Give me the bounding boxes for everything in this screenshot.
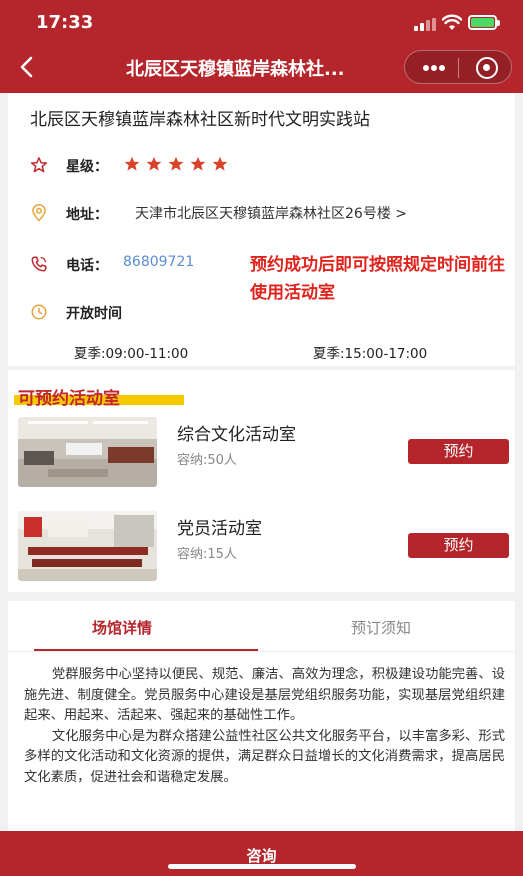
tab-booking-notice[interactable]: 预订须知	[351, 617, 411, 638]
star-icon	[189, 155, 207, 173]
book-button[interactable]: 预约	[408, 439, 509, 464]
booking-note: 预约成功后即可按照规定时间前往使用活动室	[250, 255, 505, 303]
close-miniprogram-icon[interactable]	[476, 57, 498, 79]
rooms-card: 可预约活动室 综合文化活动室 容纳:50人 预约 党员活动室 容纳:15人 预约	[8, 370, 515, 592]
phone-icon	[31, 256, 47, 272]
back-button[interactable]	[16, 55, 38, 79]
signal-icon	[414, 18, 436, 31]
star-outline-icon	[30, 157, 48, 173]
home-indicator	[168, 864, 356, 869]
venue-description: 党群服务中心坚持以便民、规范、廉洁、高效为理念，积极建设功能完善、设施先进、制度…	[24, 665, 505, 788]
consult-button[interactable]: 咨询	[0, 831, 523, 876]
room-capacity: 容纳:15人	[177, 547, 237, 562]
room-item: 党员活动室 容纳:15人 预约	[8, 511, 515, 595]
miniprogram-capsule	[404, 50, 512, 84]
description-paragraph: 党群服务中心坚持以便民、规范、廉洁、高效为理念，积极建设功能完善、设施先进、制度…	[24, 667, 505, 723]
battery-icon	[468, 15, 500, 30]
phone-label: 电话：	[66, 258, 108, 274]
star-icon	[123, 155, 141, 173]
clock-icon	[31, 304, 47, 320]
hours-morning: 夏季:09:00-11:00	[74, 346, 189, 362]
room-photo	[18, 511, 157, 581]
venue-info-card: 北辰区天穆镇蓝岸森林社区新时代文明实践站 星级： 地址： 天津市北辰区天穆镇蓝岸…	[8, 93, 515, 366]
wifi-icon	[442, 14, 462, 30]
room-photo	[18, 417, 157, 487]
top-bar: 17:33 北辰区天穆镇蓝岸森林社...	[0, 0, 523, 93]
star-icon	[211, 155, 229, 173]
address-label: 地址：	[66, 207, 108, 223]
rating-label: 星级：	[66, 159, 108, 175]
venue-detail-card: 场馆详情 预订须知 党群服务中心坚持以便民、规范、廉洁、高效为理念，积极建设功能…	[8, 601, 515, 841]
consult-label: 咨询	[246, 847, 277, 865]
room-name: 综合文化活动室	[177, 425, 296, 445]
active-tab-indicator	[34, 649, 258, 651]
book-button[interactable]: 预约	[408, 533, 509, 558]
opening-hours-label: 开放时间	[66, 306, 122, 322]
more-icon[interactable]	[423, 65, 445, 71]
description-paragraph: 文化服务中心是为群众搭建公益性社区公共文化服务平台，以丰富多彩、形式多样的文化活…	[24, 728, 505, 785]
status-time: 17:33	[36, 12, 94, 33]
venue-name: 北辰区天穆镇蓝岸森林社区新时代文明实践站	[30, 110, 370, 130]
star-icon	[145, 155, 163, 173]
status-bar: 17:33	[0, 0, 523, 44]
room-capacity: 容纳:50人	[177, 453, 237, 468]
page-title: 北辰区天穆镇蓝岸森林社...	[126, 59, 345, 80]
tab-venue-details[interactable]: 场馆详情	[92, 617, 152, 638]
address-link[interactable]: 天津市北辰区天穆镇蓝岸森林社区26号楼 >	[135, 203, 407, 223]
phone-number-link[interactable]: 86809721	[123, 254, 194, 270]
room-name: 党员活动室	[177, 519, 262, 539]
rooms-heading: 可预约活动室	[18, 389, 120, 409]
location-icon	[32, 204, 46, 222]
hours-afternoon: 夏季:15:00-17:00	[313, 346, 428, 362]
room-item: 综合文化活动室 容纳:50人 预约	[8, 417, 515, 501]
rating-stars	[123, 155, 233, 173]
star-icon	[167, 155, 185, 173]
